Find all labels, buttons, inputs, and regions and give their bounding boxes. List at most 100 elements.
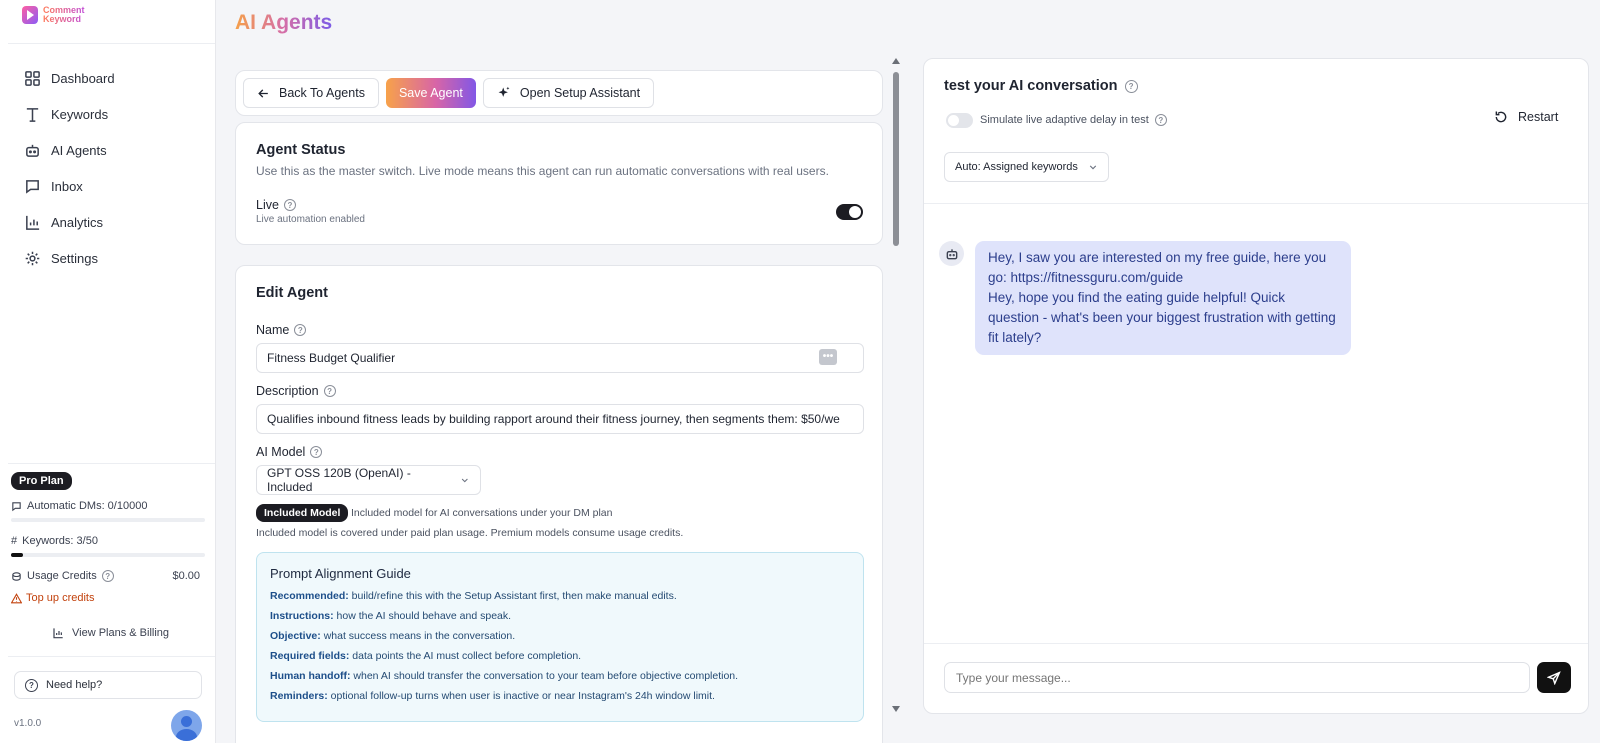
view-plans-billing-button[interactable]: View Plans & Billing	[52, 627, 169, 639]
bot-avatar	[939, 241, 964, 266]
scroll-down-icon[interactable]	[892, 706, 900, 712]
restart-button[interactable]: Restart	[1494, 110, 1558, 124]
guide-line-key: Reminders:	[270, 690, 328, 702]
guide-line-value: what success means in the conversation.	[320, 630, 516, 642]
scroll-thumb[interactable]	[893, 72, 899, 246]
sidebar-item-dashboard[interactable]: Dashboard	[24, 60, 115, 96]
guide-line: Instructions: how the AI should behave a…	[270, 610, 511, 622]
grid-icon	[25, 70, 40, 86]
edit-agent-title: Edit Agent	[256, 285, 328, 301]
topup-credits-link[interactable]: Top up credits	[11, 592, 94, 604]
brand-logo[interactable]: Comment Keyword	[22, 6, 85, 24]
name-label-row: Name ?	[256, 323, 307, 337]
sidebar-item-label: AI Agents	[51, 142, 107, 158]
need-help-button[interactable]: ? Need help?	[14, 671, 202, 699]
sidebar-item-label: Analytics	[51, 214, 104, 230]
description-value: Qualifies inbound fitness leads by build…	[267, 412, 840, 426]
description-field[interactable]: Qualifies inbound fitness leads by build…	[256, 404, 864, 434]
help-circle-icon[interactable]: ?	[323, 385, 336, 397]
guide-line: Reminders: optional follow-up turns when…	[270, 690, 715, 702]
sidebar-divider	[8, 463, 215, 464]
keyword-mode-value: Auto: Assigned keywords	[955, 161, 1078, 173]
guide-line-value: how the AI should behave and speak.	[333, 610, 512, 622]
help-circle-icon[interactable]: ?	[310, 446, 323, 458]
model-usage-note: Included model is covered under paid pla…	[256, 527, 684, 539]
coins-icon	[12, 571, 21, 581]
agent-toolbar: Back To Agents Save Agent Open Setup Ass…	[235, 70, 883, 116]
agent-status-card: Agent Status Use this as the master swit…	[235, 122, 883, 245]
open-setup-assistant-button[interactable]: Open Setup Assistant	[482, 78, 655, 108]
logo-icon	[22, 6, 38, 24]
main-scrollbar[interactable]	[892, 58, 900, 712]
plan-badge: Pro Plan	[11, 472, 72, 490]
sidebar-item-label: Dashboard	[51, 70, 115, 86]
message-icon	[12, 501, 21, 511]
scroll-up-icon[interactable]	[892, 58, 900, 64]
sidebar-item-label: Settings	[51, 250, 98, 266]
live-label-row: Live ?	[256, 198, 296, 212]
agent-status-desc: Use this as the master switch. Live mode…	[256, 164, 829, 178]
included-model-badge: Included Model	[256, 504, 349, 522]
guide-line-value: optional follow-up turns when user is in…	[327, 690, 715, 702]
name-label: Name	[256, 323, 290, 337]
send-button[interactable]	[1537, 662, 1571, 693]
message-input[interactable]	[944, 662, 1530, 693]
name-field[interactable]: Fitness Budget Qualifier	[256, 343, 864, 373]
sidebar-item-label: Keywords	[51, 106, 109, 122]
dms-progress-bar	[11, 518, 205, 522]
assistant-label: Open Setup Assistant	[519, 86, 641, 100]
credits-label: Usage Credits	[27, 570, 97, 582]
help-circle-icon[interactable]: ?	[294, 324, 307, 336]
live-toggle[interactable]	[836, 204, 863, 220]
message-line: Hey, hope you find the eating guide help…	[988, 290, 1336, 345]
edit-agent-card: Edit Agent Name ? Fitness Budget Qualifi…	[235, 265, 883, 743]
keywords-progress-fill	[11, 553, 23, 557]
sidebar-item-label: Inbox	[51, 178, 83, 194]
sidebar-item-ai-agents[interactable]: AI Agents	[24, 132, 115, 168]
help-circle-icon[interactable]: ?	[1154, 114, 1167, 126]
help-circle-icon[interactable]: ?	[1124, 79, 1138, 93]
help-circle-icon[interactable]: ?	[101, 570, 114, 582]
sidebar-item-inbox[interactable]: Inbox	[24, 168, 115, 204]
dms-label: Automatic DMs: 0/10000	[27, 500, 148, 512]
guide-line-key: Instructions:	[270, 610, 334, 622]
sidebar-item-keywords[interactable]: Keywords	[24, 96, 115, 132]
user-avatar[interactable]	[171, 710, 202, 741]
version-label: v1.0.0	[14, 718, 42, 729]
ai-model-label-row: AI Model ?	[256, 445, 323, 459]
guide-line-value: data points the AI must collect before c…	[349, 650, 582, 662]
simulate-delay-toggle[interactable]	[946, 113, 973, 128]
save-agent-button[interactable]: Save Agent	[385, 78, 476, 108]
text-icon	[26, 107, 39, 122]
restart-label: Restart	[1518, 110, 1559, 124]
back-label: Back To Agents	[279, 86, 365, 100]
ai-model-select[interactable]: GPT OSS 120B (OpenAI) - Included	[256, 465, 481, 495]
sidebar-item-analytics[interactable]: Analytics	[24, 204, 115, 240]
arrow-left-icon	[258, 88, 268, 98]
description-label-row: Description ?	[256, 384, 336, 398]
robot-icon	[946, 248, 957, 259]
name-value: Fitness Budget Qualifier	[267, 351, 396, 365]
sidebar: Comment Keyword Dashboard Keywords AI Ag…	[0, 0, 216, 743]
save-label: Save Agent	[398, 86, 463, 100]
guide-line-key: Required fields:	[270, 650, 350, 662]
simulate-delay-label: Simulate live adaptive delay in test	[980, 114, 1149, 126]
keyword-mode-dropdown[interactable]: Auto: Assigned keywords	[944, 152, 1109, 182]
guide-line: Objective: what success means in the con…	[270, 630, 515, 642]
included-model-note: Included model for AI conversations unde…	[351, 507, 613, 519]
more-dots-icon[interactable]: •••	[819, 349, 837, 365]
bar-chart-icon	[26, 215, 40, 230]
guide-title: Prompt Alignment Guide	[270, 566, 411, 581]
chat-title-row: test your AI conversation ?	[944, 78, 1138, 94]
usage-credits: Usage Credits ? $0.00	[11, 570, 200, 582]
prompt-alignment-guide: Prompt Alignment Guide Recommended: buil…	[256, 552, 864, 722]
chat-divider	[924, 203, 1588, 204]
sidebar-item-settings[interactable]: Settings	[24, 240, 115, 276]
chat-icon	[26, 179, 39, 194]
sidebar-nav: Dashboard Keywords AI Agents Inbox Analy…	[24, 60, 115, 276]
ai-model-label: AI Model	[256, 445, 306, 459]
guide-line: Human handoff: when AI should transfer t…	[270, 670, 738, 682]
sidebar-divider	[8, 656, 215, 657]
help-circle-icon[interactable]: ?	[283, 199, 296, 211]
back-to-agents-button[interactable]: Back To Agents	[243, 78, 379, 108]
